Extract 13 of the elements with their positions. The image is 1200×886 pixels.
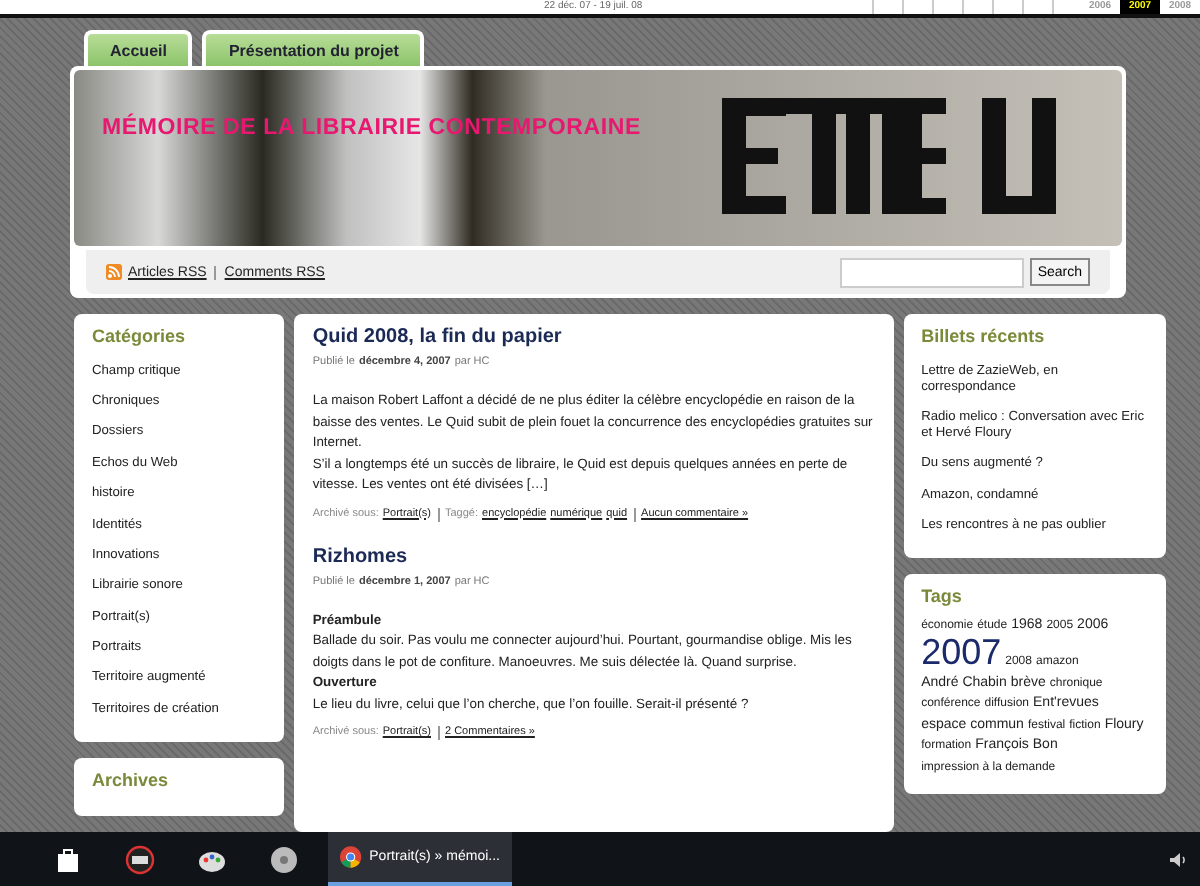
widget-title: Tags	[921, 585, 964, 606]
post-title[interactable]: Quid 2008, la fin du papier	[312, 326, 876, 348]
tag-link[interactable]: 2007	[921, 636, 1002, 669]
browser-icon	[340, 846, 362, 868]
widget-title: Archives	[92, 769, 171, 789]
nav-tab[interactable]: Présentation du projet	[202, 30, 425, 66]
search-field[interactable]	[839, 257, 1024, 287]
post-title[interactable]: Rizhomes	[312, 545, 876, 567]
widget-title: Billets récents	[921, 326, 1047, 346]
widget-title: Catégories	[92, 326, 188, 346]
rss-icon	[106, 264, 122, 280]
volume-icon[interactable]	[1168, 849, 1188, 869]
nav-tab[interactable]: Accueil	[84, 30, 193, 66]
